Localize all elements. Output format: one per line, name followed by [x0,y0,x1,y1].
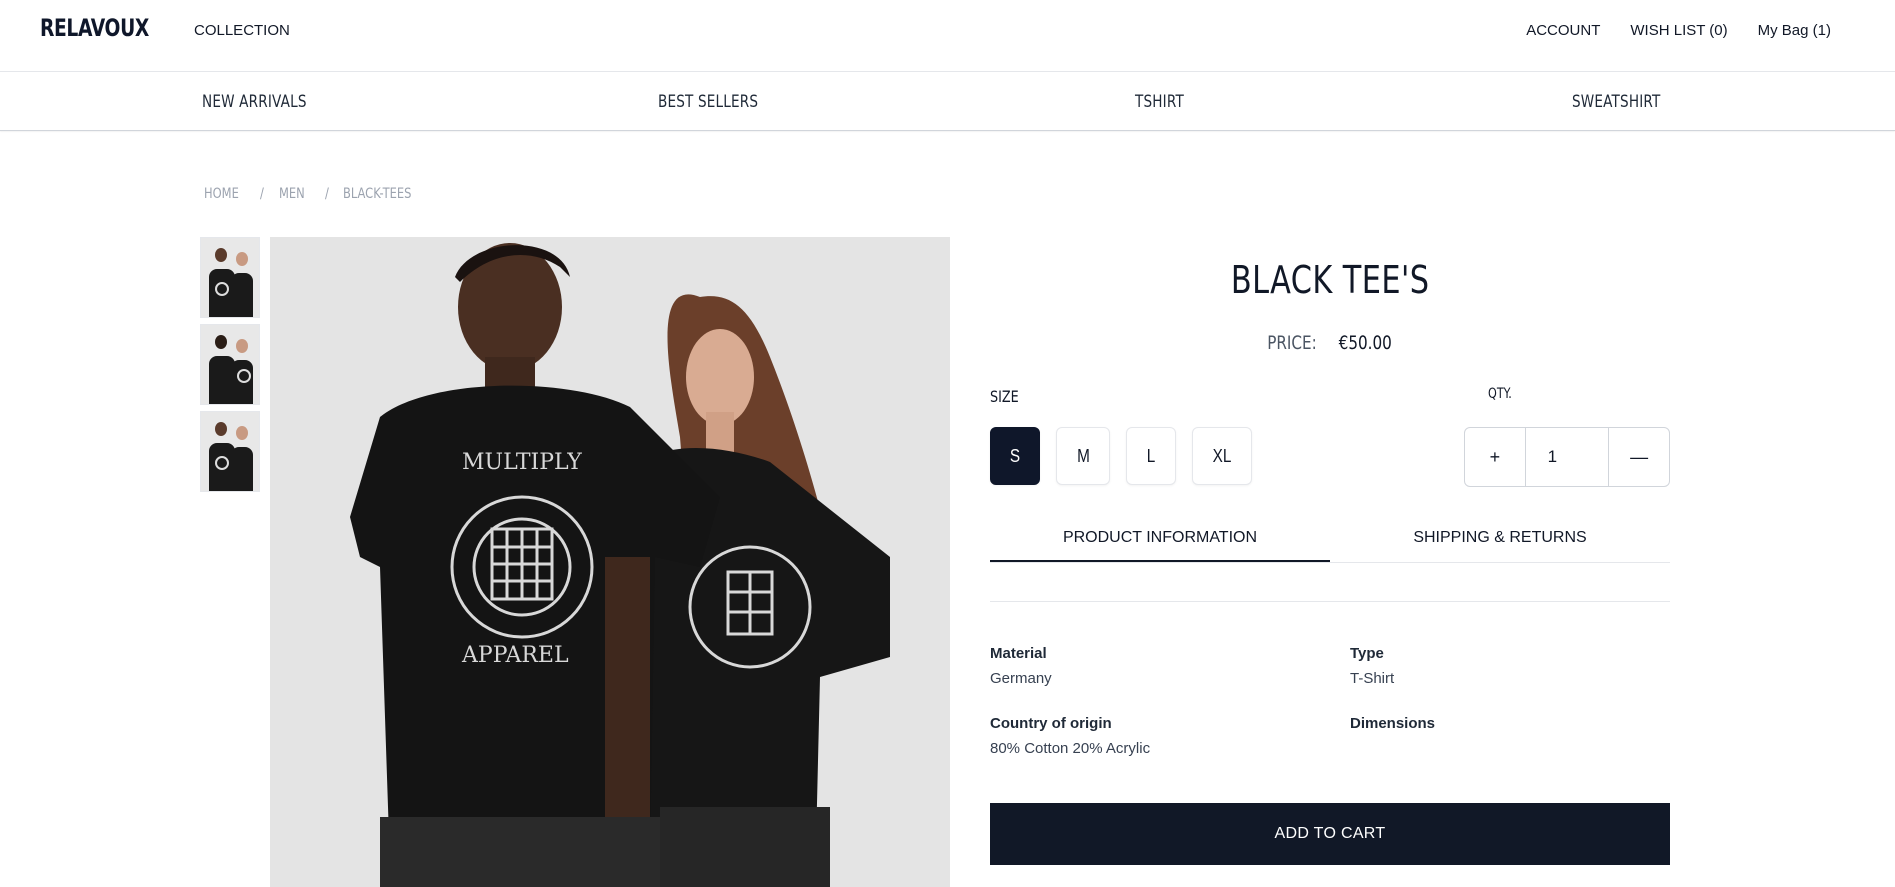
product-main-image: MULTIPLY APPAREL [270,237,950,887]
type-label: Type [1350,645,1384,662]
shirt-graphic-text-bottom: APPAREL [461,643,569,668]
quantity-stepper: + 1 — [1464,427,1670,487]
price-value: €50.00 [1338,332,1393,354]
size-xl-label: XL [1212,445,1232,466]
type-value: T-Shirt [1350,670,1395,687]
tab-product-information[interactable]: PRODUCT INFORMATION [990,527,1330,562]
category-new-arrivals[interactable]: NEW ARRIVALS [202,92,307,112]
qty-label: QTY. [1488,386,1512,402]
top-header: RELAVOUX COLLECTION ACCOUNT WISH LIST (0… [0,0,1895,72]
size-l-label: L [1146,445,1156,466]
breadcrumb-men[interactable]: MEN [279,186,305,202]
size-s-label: S [1009,445,1021,466]
shirt-graphic-text-top: MULTIPLY [462,450,582,475]
brand-logo[interactable]: RELAVOUX [40,14,149,42]
size-option-m[interactable]: M [1056,427,1110,485]
breadcrumb-separator: / [260,186,265,202]
category-sweatshirt[interactable]: SWEATSHIRT [1572,92,1660,112]
size-selector: S M L XL [990,427,1252,485]
qty-decrease-button[interactable]: — [1609,428,1669,486]
add-to-cart-button[interactable]: ADD TO CART [990,803,1670,865]
breadcrumb-separator: / [324,186,329,202]
breadcrumb: HOME / MEN / BLACK-TEES [204,186,427,202]
section-divider [990,601,1670,602]
product-thumbnail[interactable] [200,237,260,318]
origin-label: Country of origin [990,715,1112,732]
breadcrumb-current: BLACK-TEES [343,186,412,202]
product-photo: MULTIPLY APPAREL [270,237,950,887]
price-row: PRICE: €50.00 [990,332,1670,354]
category-nav: NEW ARRIVALS BEST SELLERS TSHIRT SWEATSH… [0,72,1895,131]
origin-value: 80% Cotton 20% Acrylic [990,740,1151,757]
material-label: Material [990,645,1047,662]
category-best-sellers[interactable]: BEST SELLERS [658,92,758,112]
material-value: Germany [990,670,1052,687]
detail-material: Material Germany [990,645,1052,687]
size-option-xl[interactable]: XL [1192,427,1252,485]
price-label: PRICE: [1267,332,1317,354]
thumbnail-list [200,237,260,492]
size-option-l[interactable]: L [1126,427,1176,485]
category-tshirt[interactable]: TSHIRT [1135,92,1184,112]
bag-link[interactable]: My Bag (1) [1758,22,1831,39]
detail-type: Type T-Shirt [1350,645,1394,687]
account-nav: ACCOUNT WISH LIST (0) My Bag (1) [1526,22,1831,39]
product-thumbnail[interactable] [200,324,260,405]
size-option-s[interactable]: S [990,427,1040,485]
tab-shipping-returns[interactable]: SHIPPING & RETURNS [1330,527,1670,562]
wishlist-link[interactable]: WISH LIST (0) [1630,22,1727,39]
breadcrumb-home[interactable]: HOME [204,186,239,202]
detail-dimensions: Dimensions [1350,715,1435,740]
product-thumbnail[interactable] [200,411,260,492]
product-title: BLACK TEE'S [990,258,1670,302]
dimensions-label: Dimensions [1350,715,1436,732]
product-title-text: BLACK TEE'S [1230,258,1430,302]
size-m-label: M [1076,445,1090,466]
detail-origin: Country of origin 80% Cotton 20% Acrylic [990,715,1150,757]
qty-input[interactable]: 1 [1524,428,1610,486]
product-tabs: PRODUCT INFORMATION SHIPPING & RETURNS [990,527,1670,563]
size-label: SIZE [990,387,1019,406]
nav-collection[interactable]: COLLECTION [194,22,290,39]
qty-increase-button[interactable]: + [1465,428,1525,486]
account-link[interactable]: ACCOUNT [1526,22,1600,39]
